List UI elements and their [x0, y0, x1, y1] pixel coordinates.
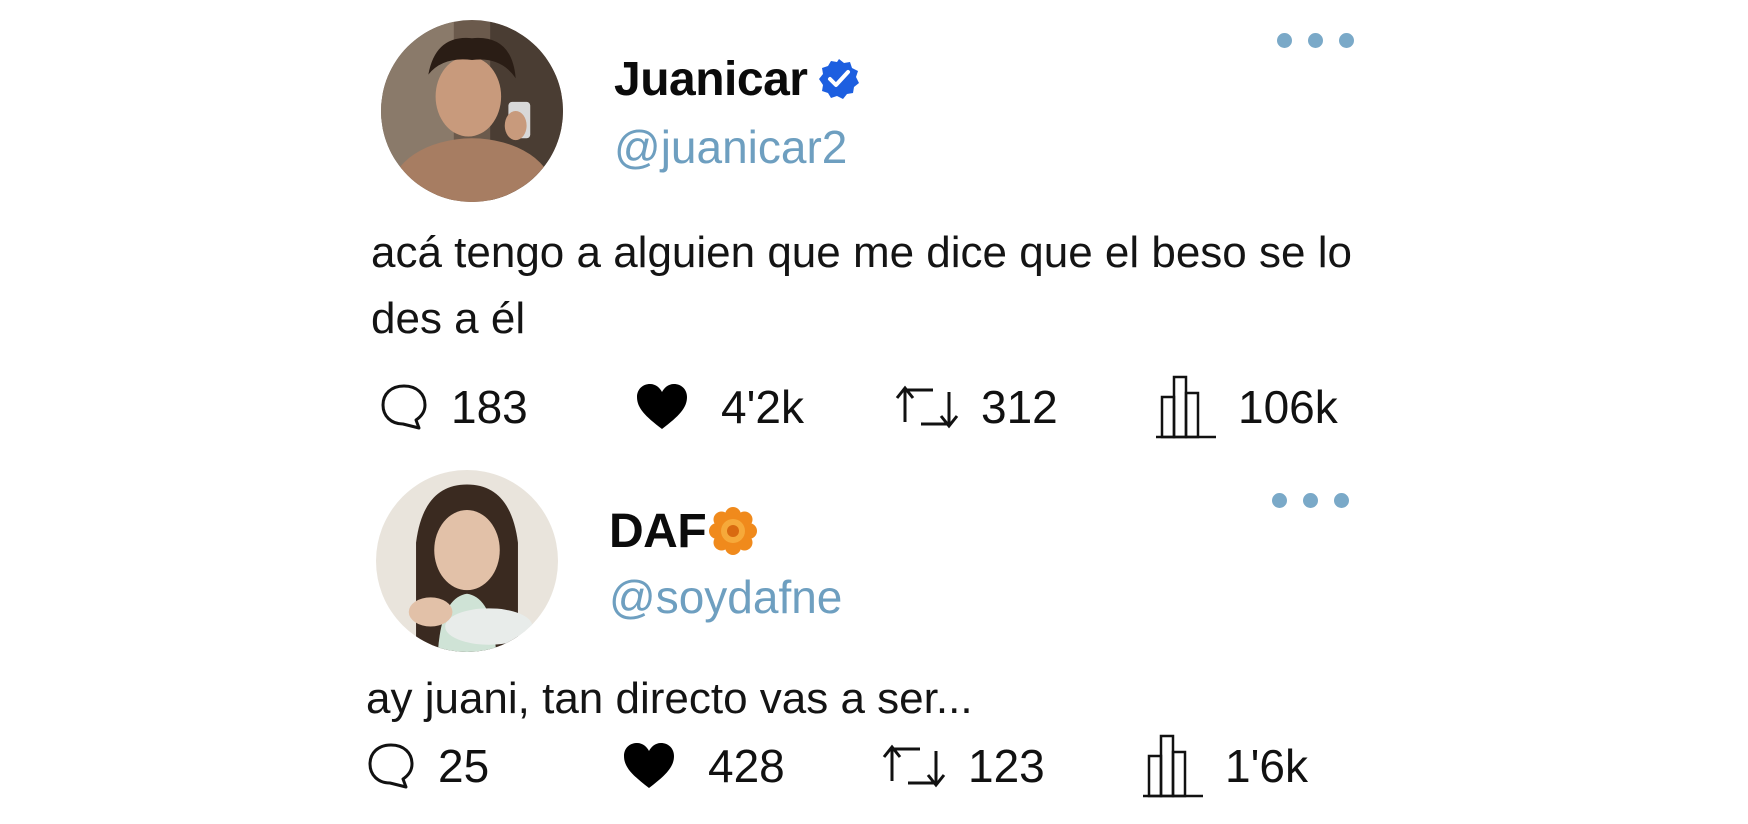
dot-icon [1277, 33, 1292, 48]
reply-button[interactable]: 25 [366, 731, 489, 801]
display-name[interactable]: Juanicar [614, 52, 808, 107]
more-options-icon[interactable] [1277, 33, 1354, 48]
handle[interactable]: @soydafne [609, 570, 842, 624]
heart-icon [622, 741, 676, 791]
views-chart-icon [1143, 734, 1203, 798]
retweet-icon [882, 741, 946, 791]
reply-count: 183 [451, 381, 528, 433]
dot-icon [1303, 493, 1318, 508]
orange-flower-badge-icon [708, 506, 758, 556]
views-count: 106k [1238, 381, 1338, 433]
tweet-actions: 25 428 123 1'6k [366, 731, 1366, 801]
like-button[interactable]: 428 [622, 731, 785, 801]
like-count: 4'2k [721, 381, 804, 433]
dot-icon [1339, 33, 1354, 48]
reply-button[interactable]: 183 [379, 372, 528, 442]
views-button[interactable]: 1'6k [1143, 731, 1308, 801]
display-name[interactable]: DAF [609, 504, 707, 559]
author-row: Juanicar [614, 48, 861, 110]
like-button[interactable]: 4'2k [635, 372, 804, 442]
reply-icon [379, 382, 429, 432]
handle[interactable]: @juanicar2 [614, 120, 847, 174]
dot-icon [1334, 493, 1349, 508]
avatar-daf[interactable] [376, 470, 558, 652]
tweet-actions: 183 4'2k 312 106k [379, 372, 1379, 442]
dot-icon [1272, 493, 1287, 508]
retweet-button[interactable]: 312 [895, 372, 1058, 442]
tweet-text: acá tengo a alguien que me dice que el b… [371, 228, 1352, 343]
retweet-button[interactable]: 123 [882, 731, 1045, 801]
author-row: DAF [609, 500, 758, 562]
heart-icon [635, 382, 689, 432]
tweet-thread: Juanicar @juanicar2 acá tengo a alguien … [0, 0, 1748, 824]
retweet-icon [895, 382, 959, 432]
dot-icon [1308, 33, 1323, 48]
reply-icon [366, 741, 416, 791]
views-count: 1'6k [1225, 740, 1308, 792]
tweet-text: ay juani, tan directo vas a ser... [366, 674, 973, 723]
views-chart-icon [1156, 375, 1216, 439]
retweet-count: 312 [981, 381, 1058, 433]
views-button[interactable]: 106k [1156, 372, 1338, 442]
reply-count: 25 [438, 740, 490, 792]
like-count: 428 [708, 740, 785, 792]
avatar-juanicar[interactable] [381, 20, 563, 202]
retweet-count: 123 [968, 740, 1045, 792]
more-options-icon[interactable] [1272, 493, 1349, 508]
verified-check-icon [817, 57, 861, 101]
